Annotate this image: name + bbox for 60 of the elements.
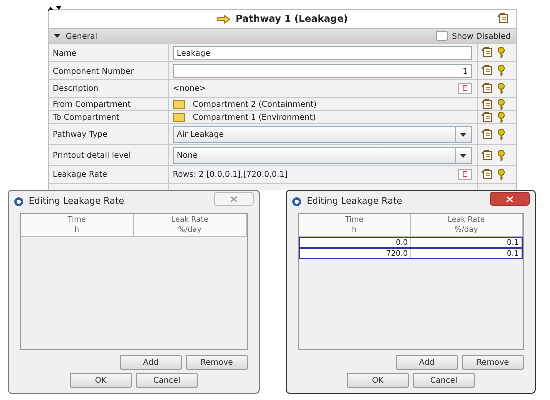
table-button[interactable]: Add: [120, 355, 182, 370]
dialog-title: Editing Leakage Rate: [29, 197, 126, 207]
value-text: Compartment 1 (Environment): [193, 113, 318, 122]
note-icon[interactable]: [481, 168, 494, 180]
value-text: Rows: 2 [0.0,0.1],[720.0,0.1]: [173, 170, 289, 179]
key-icon[interactable]: [497, 47, 506, 59]
property-label: Component Number: [53, 66, 134, 76]
property-label: Printout detail level: [53, 151, 132, 160]
property-label: Leakage Rate: [53, 170, 108, 179]
caret-icon[interactable]: [54, 34, 61, 38]
table-button[interactable]: Add: [396, 355, 458, 370]
note-icon[interactable]: [497, 13, 510, 25]
app-icon: [14, 197, 24, 207]
key-icon[interactable]: [497, 150, 506, 162]
folder-icon: [173, 113, 185, 122]
dialog-button[interactable]: Cancel: [136, 373, 198, 388]
note-icon[interactable]: [481, 98, 494, 110]
dialog-button[interactable]: OK: [70, 373, 132, 388]
caret-icon: [460, 154, 467, 158]
key-icon[interactable]: [497, 98, 506, 110]
key-icon[interactable]: [497, 128, 506, 140]
property-label: To Compartment: [53, 113, 120, 122]
note-icon[interactable]: [481, 65, 494, 77]
value-text: Compartment 2 (Containment): [193, 100, 318, 109]
dialog-button[interactable]: OK: [347, 373, 409, 388]
table-button[interactable]: Remove: [186, 355, 248, 370]
key-icon[interactable]: [497, 82, 506, 94]
arrow-icon: [216, 14, 231, 24]
note-icon[interactable]: [481, 150, 494, 162]
close-icon: [230, 196, 238, 202]
key-icon[interactable]: [497, 65, 506, 77]
checkbox-label[interactable]: Show Disabled: [452, 32, 511, 40]
dialog-title: Editing Leakage Rate: [307, 197, 404, 207]
property-label: Description: [53, 84, 99, 93]
panel-title: Pathway 1 (Leakage): [236, 14, 348, 24]
value-text: <none>: [173, 84, 208, 93]
key-icon[interactable]: [497, 168, 506, 180]
checkbox[interactable]: [436, 31, 448, 41]
section-title: General: [66, 32, 98, 40]
note-icon[interactable]: [481, 128, 494, 140]
close-button[interactable]: [490, 192, 530, 206]
property-label: Name: [53, 48, 77, 58]
text-field[interactable]: Leakage: [173, 46, 472, 60]
key-icon[interactable]: [497, 112, 506, 124]
property-label: From Compartment: [53, 100, 131, 109]
folder-icon: [173, 100, 185, 109]
note-icon[interactable]: [481, 82, 494, 94]
table-button[interactable]: Remove: [462, 355, 524, 370]
property-label: Pathway Type: [53, 130, 108, 139]
dialog-button[interactable]: Cancel: [413, 373, 475, 388]
app-icon: [292, 197, 302, 207]
edit-button[interactable]: E: [458, 169, 472, 180]
dropdown[interactable]: None: [173, 147, 472, 164]
note-icon[interactable]: [481, 112, 494, 124]
caret-icon: [460, 132, 467, 136]
dropdown[interactable]: Air Leakage: [173, 126, 472, 143]
number-field[interactable]: 1: [173, 64, 472, 78]
close-icon: [506, 196, 514, 202]
edit-button[interactable]: E: [458, 83, 472, 94]
note-icon[interactable]: [481, 47, 494, 59]
